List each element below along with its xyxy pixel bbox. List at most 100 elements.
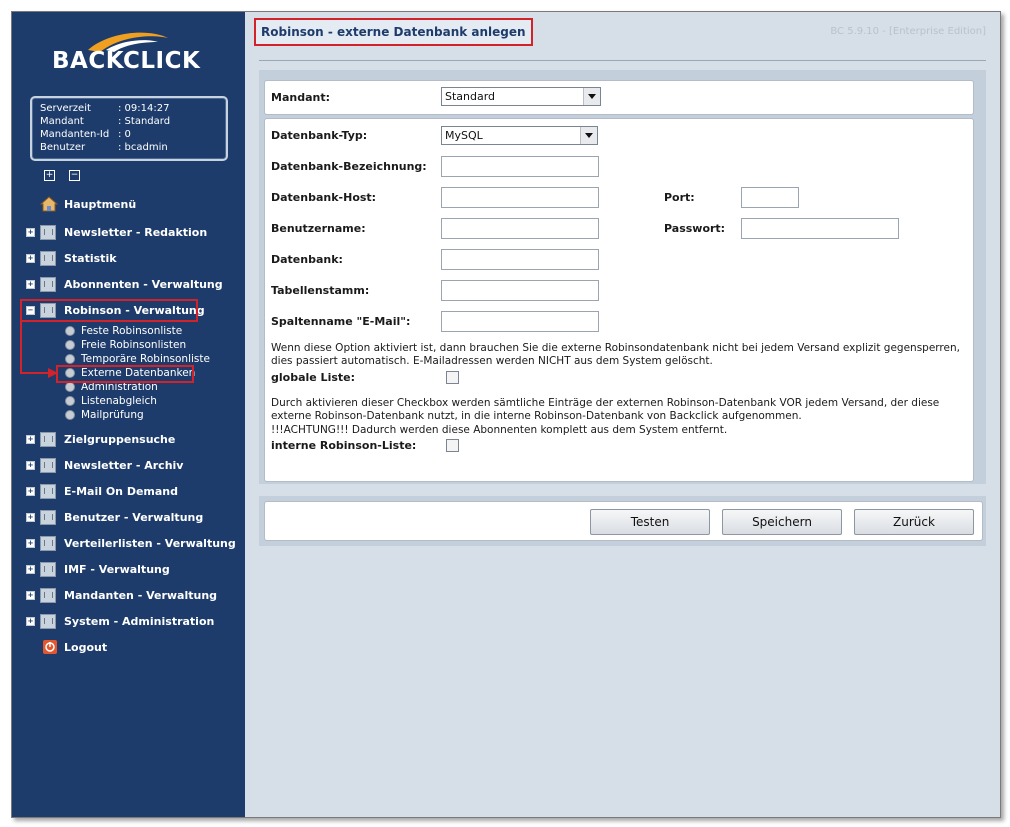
- nav-label: Zielgruppensuche: [64, 432, 176, 446]
- db-host-label: Datenbank-Host:: [271, 191, 377, 204]
- expand-all-button[interactable]: +: [44, 170, 55, 181]
- expand-icon: +: [26, 616, 35, 626]
- title-divider: [259, 60, 986, 61]
- nav-email-on-demand[interactable]: + E-Mail On Demand: [26, 482, 178, 500]
- expand-icon: +: [26, 460, 35, 470]
- version-label: BC 5.9.10 - [Enterprise Edition]: [830, 26, 986, 37]
- session-info-box: Serverzeit: 09:14:27 Mandant: Standard M…: [30, 96, 228, 161]
- folder-icon: [40, 224, 56, 240]
- expand-icon: +: [26, 227, 35, 237]
- nav-newsletter-archiv[interactable]: + Newsletter - Archiv: [26, 456, 183, 474]
- nav-verteilerlisten-verwaltung[interactable]: + Verteilerlisten - Verwaltung: [26, 534, 236, 552]
- password-input[interactable]: [741, 218, 899, 239]
- save-button[interactable]: Speichern: [722, 509, 842, 535]
- database-label: Datenbank:: [271, 253, 343, 266]
- email-column-input[interactable]: [441, 311, 599, 332]
- test-button[interactable]: Testen: [590, 509, 710, 535]
- database-input[interactable]: [441, 249, 599, 270]
- subnav-temporaere-robinsonliste[interactable]: Temporäre Robinsonliste: [65, 352, 210, 365]
- username-label: Benutzername:: [271, 222, 366, 235]
- nav-mandanten-verwaltung[interactable]: + Mandanten - Verwaltung: [26, 586, 217, 604]
- expand-icon: +: [26, 512, 35, 522]
- password-label: Passwort:: [664, 222, 726, 235]
- nav-label: Hauptmenü: [64, 197, 137, 211]
- nav-statistik[interactable]: + Statistik: [26, 249, 117, 267]
- database-box: Datenbank-Typ: MySQL Datenbank-Bezeichnu…: [264, 118, 974, 482]
- internal-list-note: Durch aktivieren dieser Checkbox werden …: [271, 397, 940, 422]
- subnav-feste-robinsonliste[interactable]: Feste Robinsonliste: [65, 324, 182, 337]
- nav-imf-verwaltung[interactable]: + IMF - Verwaltung: [26, 560, 170, 578]
- global-list-note: Wenn diese Option aktiviert ist, dann br…: [271, 342, 960, 367]
- expand-icon: +: [26, 564, 35, 574]
- bullet-icon: [65, 409, 75, 420]
- db-type-select[interactable]: MySQL: [441, 126, 598, 145]
- internal-list-checkbox[interactable]: [446, 439, 459, 452]
- expand-icon: +: [26, 538, 35, 548]
- db-name-input[interactable]: [441, 156, 599, 177]
- port-input[interactable]: [741, 187, 799, 208]
- mandant-select[interactable]: Standard: [441, 87, 601, 106]
- nav-label: Statistik: [64, 251, 117, 265]
- expand-icon: +: [26, 253, 35, 263]
- folder-icon: [40, 561, 56, 577]
- nav-system-administration[interactable]: + System - Administration: [26, 612, 214, 630]
- chevron-down-icon: [580, 127, 597, 144]
- info-user: Benutzer: bcadmin: [40, 142, 168, 153]
- expand-icon: +: [26, 279, 35, 289]
- nav-label: Mandanten - Verwaltung: [64, 588, 218, 602]
- back-button[interactable]: Zurück: [854, 509, 974, 535]
- nav-label: Newsletter - Redaktion: [64, 225, 208, 239]
- app-window: BACKCLICK Serverzeit: 09:14:27 Mandant: …: [11, 11, 1001, 818]
- folder-icon: [40, 535, 56, 551]
- logout-icon: [43, 640, 57, 654]
- nav-newsletter-redaktion[interactable]: + Newsletter - Redaktion: [26, 223, 207, 241]
- db-type-label: Datenbank-Typ:: [271, 129, 368, 142]
- subnav-listenabgleich[interactable]: Listenabgleich: [65, 394, 157, 407]
- info-mandant-id: Mandanten-Id: 0: [40, 129, 131, 140]
- folder-icon: [40, 587, 56, 603]
- nav-label: System - Administration: [64, 614, 215, 628]
- backclick-logo: BACKCLICK: [48, 26, 208, 82]
- username-input[interactable]: [441, 218, 599, 239]
- nav-label: Verteilerlisten - Verwaltung: [64, 536, 236, 550]
- folder-icon: [40, 509, 56, 525]
- nav-label: IMF - Verwaltung: [64, 562, 170, 576]
- info-mandant: Mandant: Standard: [40, 116, 171, 127]
- table-stem-input[interactable]: [441, 280, 599, 301]
- expand-icon: +: [26, 434, 35, 444]
- port-label: Port:: [664, 191, 695, 204]
- page-title: Robinson - externe Datenbank anlegen: [254, 18, 533, 46]
- nav-label: Newsletter - Archiv: [64, 458, 184, 472]
- main-content: Robinson - externe Datenbank anlegen BC …: [245, 12, 1000, 817]
- folder-icon: [40, 276, 56, 292]
- folder-icon: [40, 483, 56, 499]
- annotation-arrow-icon: [20, 318, 58, 378]
- nav-label: Benutzer - Verwaltung: [64, 510, 204, 524]
- global-list-label: globale Liste:: [271, 371, 356, 384]
- logo-text: BACKCLICK: [52, 48, 201, 74]
- folder-icon: [40, 431, 56, 447]
- nav-zielgruppensuche[interactable]: + Zielgruppensuche: [26, 430, 175, 448]
- folder-icon: [40, 457, 56, 473]
- internal-list-label: interne Robinson-Liste:: [271, 439, 417, 452]
- nav-abonnenten-verwaltung[interactable]: + Abonnenten - Verwaltung: [26, 275, 223, 293]
- mandant-label: Mandant:: [271, 91, 330, 104]
- nav-label: E-Mail On Demand: [64, 484, 179, 498]
- subnav-freie-robinsonlisten[interactable]: Freie Robinsonlisten: [65, 338, 186, 351]
- nav-label: Abonnenten - Verwaltung: [64, 277, 223, 291]
- expand-icon: +: [26, 590, 35, 600]
- db-host-input[interactable]: [441, 187, 599, 208]
- table-stem-label: Tabellenstamm:: [271, 284, 370, 297]
- nav-benutzer-verwaltung[interactable]: + Benutzer - Verwaltung: [26, 508, 203, 526]
- expand-icon: +: [26, 486, 35, 496]
- email-column-label: Spaltenname "E-Mail":: [271, 315, 411, 328]
- folder-icon: [40, 250, 56, 266]
- subnav-mailpruefung[interactable]: Mailprüfung: [65, 408, 144, 421]
- collapse-all-button[interactable]: −: [69, 170, 80, 181]
- db-name-label: Datenbank-Bezeichnung:: [271, 160, 427, 173]
- global-list-checkbox[interactable]: [446, 371, 459, 384]
- bullet-icon: [65, 395, 75, 406]
- mandant-box: Mandant: Standard: [264, 80, 974, 115]
- nav-logout[interactable]: Logout: [42, 638, 107, 656]
- nav-hauptmenue[interactable]: Hauptmenü: [40, 195, 136, 213]
